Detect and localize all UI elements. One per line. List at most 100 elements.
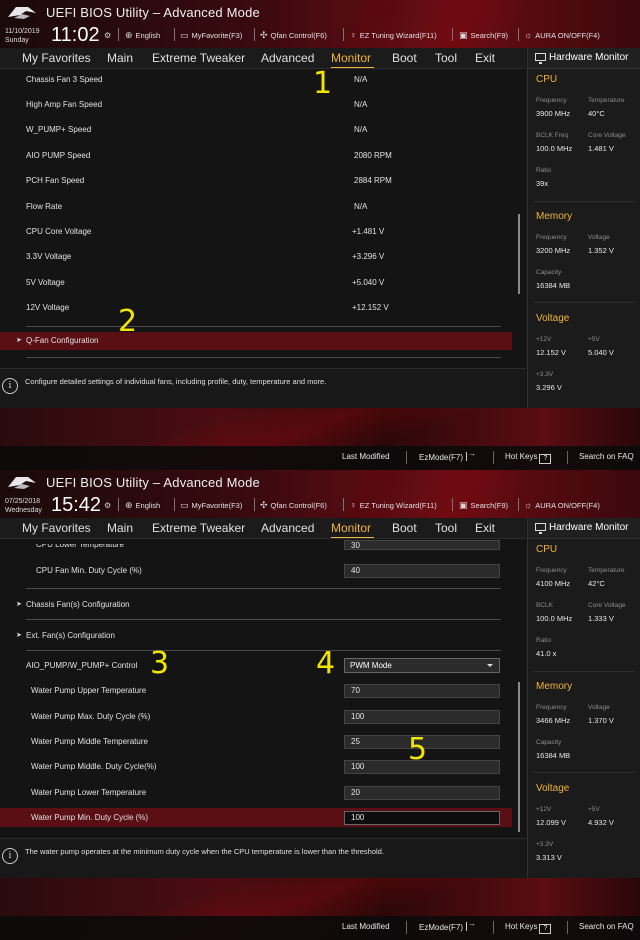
hardware-monitor-panel: Hardware Monitor CPU Frequency Temperatu…	[527, 518, 640, 878]
cpu-fan-min-duty-field[interactable]: 40	[344, 564, 500, 578]
aura-toggle-button[interactable]: ☼ AURA ON/OFF(F4)	[524, 498, 600, 512]
cpu-frequency-value: 4100 MHz	[536, 579, 571, 588]
tab-exit[interactable]: Exit	[475, 51, 495, 65]
main-menu: My Favorites Main Extreme Tweaker Advanc…	[0, 48, 526, 69]
last-modified-button[interactable]: Last Modified	[342, 452, 390, 461]
tab-advanced[interactable]: Advanced	[261, 521, 314, 535]
tab-advanced[interactable]: Advanced	[261, 51, 314, 65]
pump-max-duty-field[interactable]: 100	[344, 710, 500, 724]
row-value: N/A	[354, 75, 368, 84]
capacity-value: 16384 MB	[536, 281, 571, 290]
v5-label: +5V	[588, 806, 600, 813]
callout-number: 4	[316, 646, 336, 681]
tab-tool[interactable]: Tool	[435, 51, 457, 65]
hot-keys-button[interactable]: Hot Keys?	[505, 922, 552, 934]
tab-boot[interactable]: Boot	[392, 51, 417, 65]
scrollbar[interactable]	[518, 682, 520, 832]
pump-upper-temperature-field[interactable]: 70	[344, 684, 500, 698]
submenu-arrow-icon: ➤	[16, 632, 22, 639]
aura-icon: ☼	[524, 500, 533, 510]
pump-min-duty-field[interactable]: 100	[344, 811, 500, 825]
tab-exit[interactable]: Exit	[475, 521, 495, 535]
row-value: N/A	[354, 125, 368, 134]
bios-screen-monitor: UEFI BIOS Utility – Advanced Mode 11/10/…	[0, 0, 640, 470]
favorite-icon: ▭	[180, 29, 189, 40]
search-on-faq-button[interactable]: Search on FAQ	[579, 452, 634, 461]
divider	[254, 498, 255, 511]
divider	[26, 588, 501, 589]
my-favorite-button[interactable]: ▭ MyFavorite(F3)	[180, 498, 242, 512]
chevron-down-icon	[487, 664, 493, 667]
qfan-control-button[interactable]: ✣ Qfan Control(F6)	[260, 28, 327, 42]
row-label: W_PUMP+ Speed	[26, 125, 92, 134]
memory-voltage-label: Voltage	[588, 234, 610, 241]
divider	[534, 772, 635, 773]
tab-boot[interactable]: Boot	[392, 521, 417, 535]
hot-keys-button[interactable]: Hot Keys?	[505, 452, 552, 464]
ez-tuning-wizard-button[interactable]: ♀ EZ Tuning Wizard(F11)	[350, 498, 437, 512]
info-icon: i	[2, 848, 18, 864]
ezmode-button[interactable]: EzMode(F7)	[419, 449, 476, 462]
bclk-value: 100.0 MHz	[536, 144, 573, 153]
v12-value: 12.152 V	[536, 348, 567, 357]
clock-settings-icon[interactable]: ⚙	[104, 501, 111, 510]
divider	[26, 619, 501, 620]
row-label: PCH Fan Speed	[26, 176, 85, 185]
memory-frequency-label: Frequency	[536, 704, 567, 711]
core-voltage-label: Core Voltage	[588, 132, 626, 139]
search-on-faq-button[interactable]: Search on FAQ	[579, 922, 634, 931]
language-button[interactable]: ⊕ English	[125, 28, 160, 42]
tab-extreme-tweaker[interactable]: Extreme Tweaker	[152, 521, 245, 535]
tab-tool[interactable]: Tool	[435, 521, 457, 535]
qfan-control-button[interactable]: ✣ Qfan Control(F6)	[260, 498, 327, 512]
clock-settings-icon[interactable]: ⚙	[104, 31, 111, 40]
hardware-monitor-panel: Hardware Monitor CPU Frequency Temperatu…	[527, 48, 640, 408]
tab-monitor[interactable]: Monitor	[331, 521, 371, 535]
pump-lower-temperature-field[interactable]: 20	[344, 786, 500, 800]
row-label: AIO PUMP Speed	[26, 151, 91, 160]
ez-tuning-wizard-button[interactable]: ♀ EZ Tuning Wizard(F11)	[350, 28, 437, 42]
tab-my-favorites[interactable]: My Favorites	[22, 521, 91, 535]
tab-main[interactable]: Main	[107, 51, 133, 65]
window-title: UEFI BIOS Utility – Advanced Mode	[46, 5, 260, 20]
pump-control-select[interactable]: PWM Mode	[344, 658, 500, 673]
submenu-arrow-icon: ➤	[16, 337, 22, 344]
fan-icon: ✣	[260, 29, 268, 40]
exit-icon	[466, 449, 476, 461]
capacity-label: Capacity	[536, 739, 562, 746]
v33-label: +3.3V	[536, 371, 554, 378]
monitor-list: Chassis Fan 3 Speed N/A High Amp Fan Spe…	[0, 70, 526, 363]
header-bar: UEFI BIOS Utility – Advanced Mode 07/25/…	[0, 470, 640, 518]
my-favorite-button[interactable]: ▭ MyFavorite(F3)	[180, 28, 242, 42]
ext-fans-configuration-item[interactable]: Ext. Fan(s) Configuration	[26, 631, 115, 640]
divider	[567, 451, 568, 464]
divider	[452, 28, 453, 41]
row-label: CPU Fan Min. Duty Cycle (%)	[36, 566, 142, 575]
search-button[interactable]: ▣ Search(F9)	[459, 498, 508, 512]
window-title: UEFI BIOS Utility – Advanced Mode	[46, 475, 260, 490]
divider	[26, 357, 501, 358]
language-button[interactable]: ⊕ English	[125, 498, 160, 512]
tab-extreme-tweaker[interactable]: Extreme Tweaker	[152, 51, 245, 65]
core-voltage-value: 1.481 V	[588, 144, 614, 153]
chassis-fans-configuration-item[interactable]: Chassis Fan(s) Configuration	[26, 600, 130, 609]
cpu-lower-temperature-field[interactable]: 30	[344, 540, 500, 550]
callout-number: 3	[150, 646, 170, 681]
row-label: Water Pump Middle Temperature	[31, 737, 148, 746]
divider	[254, 28, 255, 41]
search-button[interactable]: ▣ Search(F9)	[459, 28, 508, 42]
globe-icon: ⊕	[125, 499, 133, 510]
last-modified-button[interactable]: Last Modified	[342, 922, 390, 931]
ezmode-button[interactable]: EzMode(F7)	[419, 919, 476, 932]
scrollbar[interactable]	[518, 214, 520, 294]
tab-main[interactable]: Main	[107, 521, 133, 535]
lightbulb-icon: ♀	[350, 30, 357, 40]
aura-toggle-button[interactable]: ☼ AURA ON/OFF(F4)	[524, 28, 600, 42]
memory-frequency-label: Frequency	[536, 234, 567, 241]
divider	[343, 498, 344, 511]
search-icon: ▣	[459, 499, 468, 510]
help-text: The water pump operates at the minimum d…	[25, 847, 384, 856]
submenu-arrow-icon: ➤	[16, 601, 22, 608]
tab-my-favorites[interactable]: My Favorites	[22, 51, 91, 65]
tab-monitor[interactable]: Monitor	[331, 51, 371, 65]
